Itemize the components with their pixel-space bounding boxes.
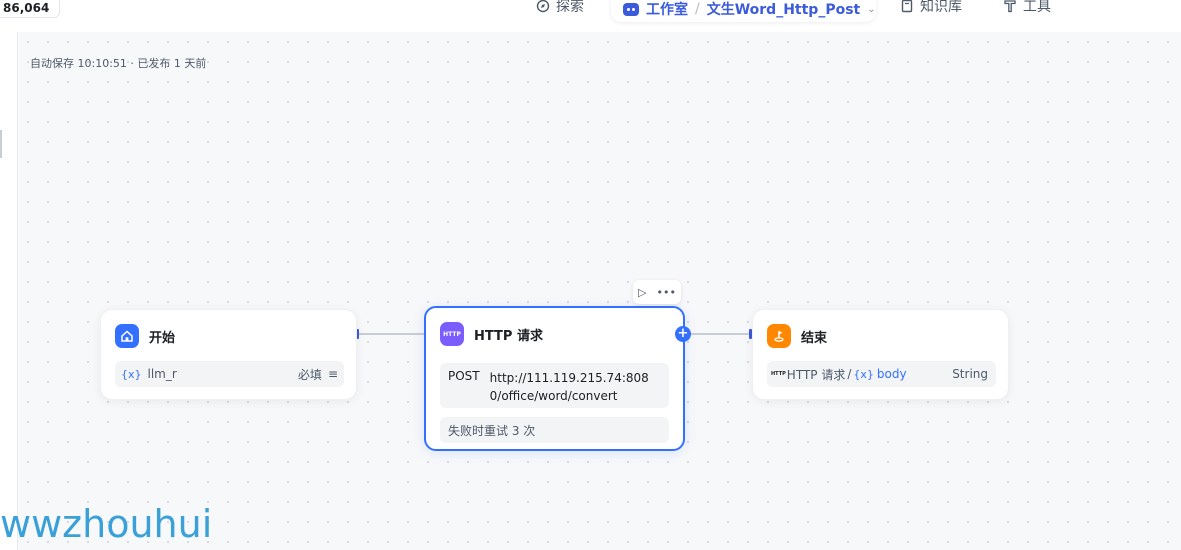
- nav-explore-label: 探索: [556, 0, 584, 15]
- nav-explore[interactable]: 探索: [536, 0, 584, 16]
- http-request-row[interactable]: POST http://111.119.215.74:8080/office/w…: [440, 363, 669, 408]
- start-variable-name: llm_r: [147, 367, 177, 381]
- node-end-header: 结束: [767, 324, 827, 348]
- edge-start-to-http[interactable]: [357, 333, 427, 335]
- http-url: http://111.119.215.74:8080/office/word/c…: [489, 371, 649, 403]
- node-toolbar: ▷ •••: [633, 280, 681, 304]
- book-icon: [901, 0, 913, 13]
- http-retry-text: 失败时重试 3 次: [448, 423, 536, 438]
- add-node-button[interactable]: +: [675, 326, 691, 342]
- node-start[interactable]: 开始 {x} llm_r 必填 ≡: [100, 309, 357, 400]
- variable-icon: {x}: [121, 367, 142, 381]
- nav-project-label[interactable]: 文生Word_Http_Post: [707, 0, 861, 19]
- top-navigation: 探索 工作室 / 文生Word_Http_Post ⌄ 知识库 工具: [0, 0, 1181, 22]
- nav-workspace-breadcrumb[interactable]: 工作室 / 文生Word_Http_Post ⌄: [611, 0, 876, 22]
- chevron-down-icon[interactable]: ⌄: [867, 4, 875, 15]
- path-separator: /: [847, 367, 852, 381]
- nav-workspace-label[interactable]: 工作室: [646, 0, 688, 19]
- sidebar-handle[interactable]: [0, 130, 2, 158]
- more-icon[interactable]: •••: [657, 286, 676, 299]
- watermark-text: wwzhouhui: [0, 502, 213, 546]
- robot-icon: [623, 2, 639, 16]
- nav-tools[interactable]: 工具: [1003, 0, 1051, 16]
- play-icon[interactable]: ▷: [638, 286, 646, 299]
- start-variable-row[interactable]: {x} llm_r 必填 ≡: [115, 361, 344, 387]
- node-http-request[interactable]: HTTP HTTP 请求 POST http://111.119.215.74:…: [424, 306, 685, 451]
- http-retry-row[interactable]: 失败时重试 3 次: [440, 417, 669, 443]
- edge-http-to-end[interactable]: [690, 333, 752, 335]
- nav-knowledge-label: 知识库: [920, 0, 962, 15]
- lines-icon: ≡: [327, 367, 338, 381]
- left-sidebar-strip: [0, 32, 18, 550]
- flag-icon: [767, 324, 791, 348]
- autosave-status: 自动保存 10:10:51 · 已发布 1 天前: [30, 57, 207, 70]
- node-start-header: 开始: [115, 324, 175, 348]
- variable-icon: {x}: [853, 367, 874, 381]
- http-icon: HTTP: [440, 322, 464, 346]
- http-source-icon: HTTP: [771, 371, 786, 377]
- end-output-row[interactable]: HTTP HTTP 请求 / {x} body String: [767, 361, 996, 387]
- node-end-title: 结束: [801, 330, 828, 346]
- end-variable-type: String: [952, 367, 988, 381]
- node-http-title: HTTP 请求: [474, 328, 543, 344]
- node-start-title: 开始: [149, 330, 176, 346]
- end-variable-name: body: [876, 367, 907, 381]
- end-source-node: HTTP 请求: [786, 367, 846, 382]
- required-label: 必填: [297, 367, 322, 382]
- nav-tools-label: 工具: [1023, 0, 1051, 15]
- wrench-icon: [1004, 0, 1016, 13]
- nav-knowledge[interactable]: 知识库: [900, 0, 962, 16]
- compass-icon: [536, 0, 550, 13]
- breadcrumb-separator: /: [695, 1, 700, 17]
- http-method: POST: [448, 369, 480, 383]
- node-end[interactable]: 结束 HTTP HTTP 请求 / {x} body String: [752, 309, 1009, 400]
- home-icon: [115, 324, 139, 348]
- workflow-canvas[interactable]: [18, 32, 1181, 550]
- node-http-header: HTTP HTTP 请求: [440, 322, 543, 346]
